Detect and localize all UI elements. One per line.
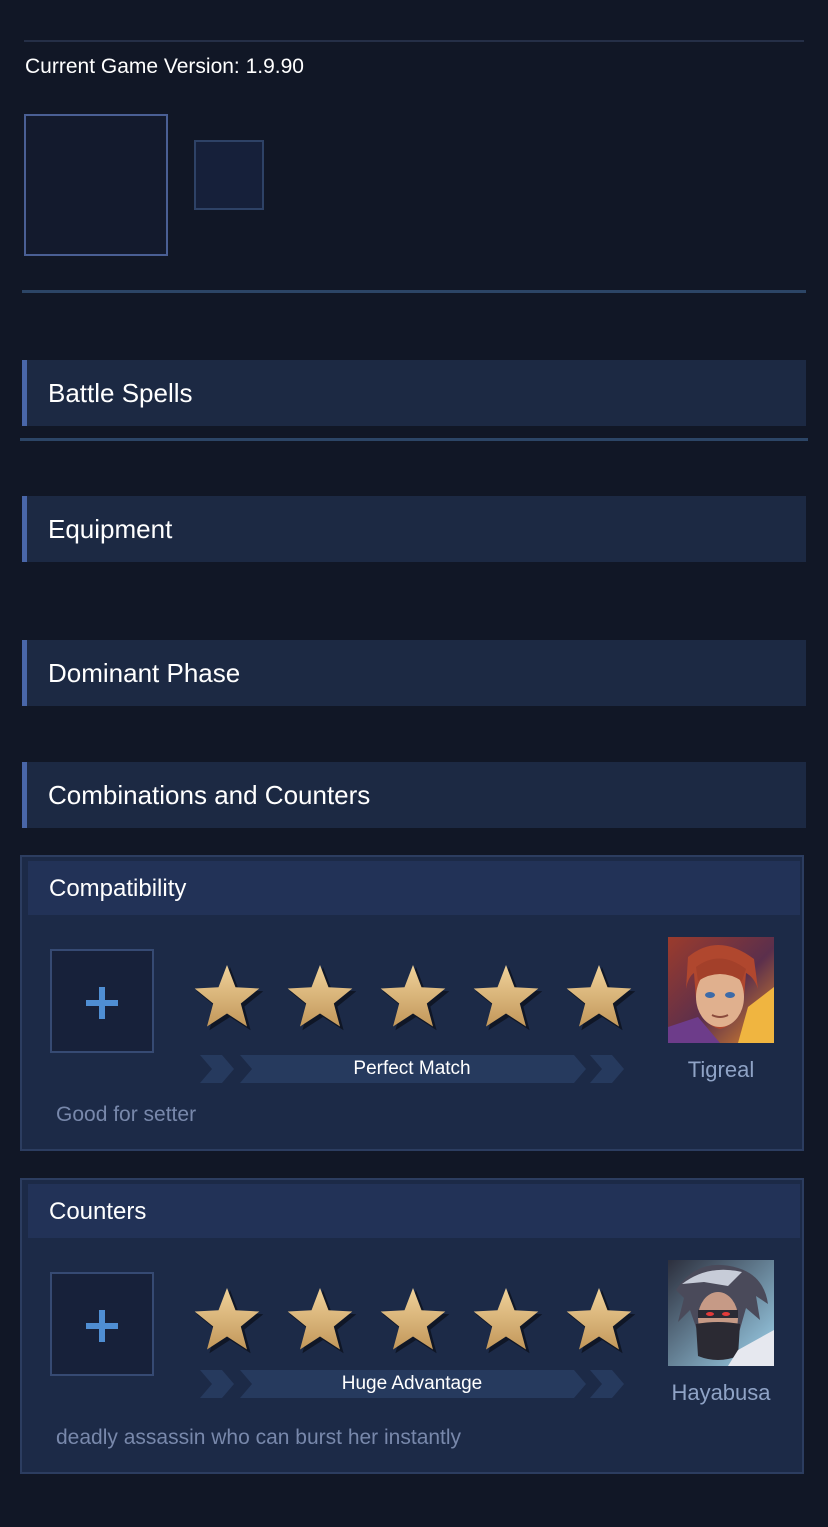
counters-title: Counters <box>49 1198 147 1225</box>
equipment-header[interactable]: Equipment <box>22 496 806 562</box>
star-icon <box>380 965 450 1031</box>
star-icon <box>287 1288 357 1354</box>
add-hero-button[interactable] <box>50 949 154 1053</box>
top-divider <box>24 40 804 42</box>
compatibility-note: Good for setter <box>56 1103 197 1126</box>
dominant-phase-header[interactable]: Dominant Phase <box>22 640 806 706</box>
equipment-title: Equipment <box>48 514 173 544</box>
star-icon <box>473 1288 543 1354</box>
section-divider <box>20 438 808 441</box>
counters-panel-header: Counters <box>28 1184 800 1238</box>
add-hero-button[interactable] <box>50 1272 154 1376</box>
section-divider <box>22 290 806 293</box>
star-icon <box>566 1288 636 1354</box>
combinations-counters-header[interactable]: Combinations and Counters <box>22 762 806 828</box>
hero-portrait-slot[interactable] <box>24 114 168 256</box>
compatibility-panel: Compatibility Perfect Match Tigreal Good… <box>20 855 804 1151</box>
star-icon <box>473 965 543 1031</box>
tigreal-portrait[interactable] <box>668 937 774 1043</box>
star-icon <box>380 1288 450 1354</box>
counters-panel: Counters Huge Advantage Hayabusa deadly … <box>20 1178 804 1474</box>
compatibility-panel-header: Compatibility <box>28 861 800 915</box>
compatibility-rating-ribbon: Perfect Match <box>200 1055 624 1083</box>
counters-rating-ribbon: Huge Advantage <box>200 1370 624 1398</box>
counters-hero-name: Hayabusa <box>671 1380 771 1405</box>
combinations-counters-title: Combinations and Counters <box>48 780 371 810</box>
star-icon <box>566 965 636 1031</box>
compatibility-hero-name: Tigreal <box>687 1057 755 1082</box>
compatibility-star-rating <box>190 961 640 1037</box>
battle-spells-header[interactable]: Battle Spells <box>22 360 806 426</box>
star-icon <box>194 965 264 1031</box>
compatibility-title: Compatibility <box>49 875 187 902</box>
star-icon <box>194 1288 264 1354</box>
dominant-phase-title: Dominant Phase <box>48 658 241 688</box>
battle-spells-title: Battle Spells <box>48 378 193 408</box>
counters-note: deadly assassin who can burst her instan… <box>56 1426 462 1449</box>
star-icon <box>287 965 357 1031</box>
hero-skin-slot[interactable] <box>194 140 264 210</box>
counters-star-rating <box>190 1284 640 1360</box>
game-version-text: Current Game Version: 1.9.90 <box>25 55 304 78</box>
compatibility-rating-label: Perfect Match <box>353 1058 471 1079</box>
hayabusa-portrait[interactable] <box>668 1260 774 1366</box>
counters-rating-label: Huge Advantage <box>341 1373 483 1394</box>
